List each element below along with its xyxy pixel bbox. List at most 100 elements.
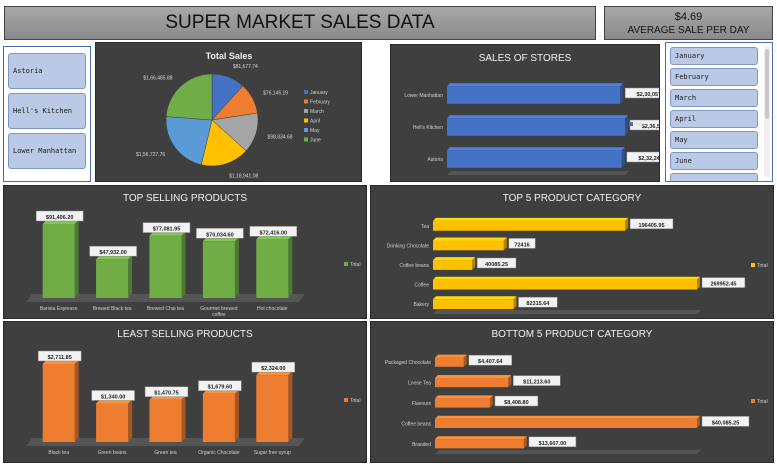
data-label: $91,406.20 xyxy=(46,215,74,221)
category-label: Brewed Black tea xyxy=(93,306,132,312)
chart-floor xyxy=(435,450,701,454)
category-label: Branded xyxy=(412,442,431,448)
bar-branded xyxy=(435,439,524,449)
pie-slice-june xyxy=(165,73,213,121)
pie-data-label: $81,677.74 xyxy=(233,64,258,70)
category-label: Packaged Chocolate xyxy=(385,360,431,366)
category-label: Hot chocolate xyxy=(257,306,288,312)
column-barista-espresso xyxy=(42,224,75,298)
column-side xyxy=(234,237,239,298)
category-label: coffee xyxy=(212,312,226,318)
bar-packaged-chocolate xyxy=(435,357,464,367)
bar-coffee xyxy=(433,279,697,290)
bar-drinking-chocolate xyxy=(433,240,504,251)
bar-top xyxy=(435,436,527,440)
category-label: Flavours xyxy=(412,401,432,407)
category-label: Green tea xyxy=(154,450,176,456)
store-slicer-item-hells-kitchen[interactable]: Hell's Kitchen xyxy=(8,93,86,129)
legend-label: May xyxy=(310,128,320,134)
sales-of-stores-chart: SALES OF STORES Lower Manhattan $2,30,057… xyxy=(404,53,686,175)
bar-loose-tea xyxy=(435,378,509,388)
bar-top xyxy=(433,237,507,241)
month-slicer-item-june[interactable]: June xyxy=(670,152,758,170)
store-slicer: Astoria Hell's Kitchen Lower Manhattan xyxy=(3,46,91,182)
column-side xyxy=(181,395,186,442)
month-slicer-item-march[interactable]: March xyxy=(670,89,758,107)
legend-swatch xyxy=(344,398,348,402)
category-label: Tea xyxy=(421,224,429,230)
legend-swatch xyxy=(304,118,308,123)
legend-swatch xyxy=(751,263,755,267)
least-selling-products-chart: LEAST SELLING PRODUCTS $2,711.85 Black te… xyxy=(26,329,361,456)
column-green-beans xyxy=(96,403,129,442)
data-label: $2,324.00 xyxy=(261,366,285,372)
bar-side xyxy=(620,83,624,104)
top-5-product-category-panel: TOP 5 PRODUCT CATEGORY Tea 196405.95 Drink… xyxy=(370,185,774,319)
bar-lower-manhattan xyxy=(447,86,621,104)
legend-label: Total xyxy=(757,399,768,405)
data-label: $2,32,243.91 xyxy=(638,156,659,162)
month-slicer-item-april[interactable]: April xyxy=(670,110,758,128)
chart-title: BOTTOM 5 PRODUCT CATEGORY xyxy=(492,329,653,340)
month-slicer-item-january[interactable]: January xyxy=(670,47,758,65)
legend-swatch xyxy=(751,399,755,403)
column-side xyxy=(128,399,133,442)
pie-data-label: $1,18,941.08 xyxy=(229,173,258,179)
bar-top xyxy=(447,115,628,119)
column-brewed-chai-tea xyxy=(149,235,182,298)
data-label: 269952.45 xyxy=(710,282,736,288)
legend-label: Total xyxy=(350,262,361,268)
category-label: Brewed Chai tea xyxy=(147,306,184,312)
category-label: Drinking Chocolate xyxy=(387,243,429,249)
legend-label: January xyxy=(310,90,328,96)
scrollbar-thumb[interactable] xyxy=(765,49,769,119)
column-sugar-free-syrup xyxy=(256,375,289,442)
bar-side xyxy=(625,115,628,136)
category-label: Barista Espresso xyxy=(40,306,78,312)
legend-swatch xyxy=(304,90,308,94)
category-label: Hell's Kitchen xyxy=(413,125,443,131)
store-slicer-item-astoria[interactable]: Astoria xyxy=(8,53,86,89)
data-label: $2,30,057.25 xyxy=(637,92,659,98)
data-label: $1,340.00 xyxy=(101,394,125,400)
column-black-tea xyxy=(42,364,75,442)
legend-swatch xyxy=(304,109,308,113)
month-slicer-item-may[interactable]: May xyxy=(670,131,758,149)
data-label: $72,416.00 xyxy=(260,230,288,236)
total-sales-chart: Total Sales $81,677.74 $76,145.19 $98,834.… xyxy=(136,51,331,179)
data-label: $70,034.60 xyxy=(206,232,234,238)
category-label: Coffee beans xyxy=(401,421,431,427)
legend-swatch xyxy=(629,122,633,126)
month-slicer-scrollbar[interactable] xyxy=(764,47,770,177)
bar-top xyxy=(447,83,624,87)
month-slicer-item-february[interactable]: February xyxy=(670,68,758,86)
column-hot-chocolate xyxy=(256,239,289,298)
category-label: Loose Tea xyxy=(408,381,431,387)
bar-side xyxy=(621,147,625,168)
bar-flavours xyxy=(435,398,490,408)
top-5-product-category-chart: TOP 5 PRODUCT CATEGORY Tea 196405.95 Drink… xyxy=(387,193,768,314)
bar-top xyxy=(435,354,467,358)
legend-swatch xyxy=(344,262,348,266)
bar-top xyxy=(435,375,512,379)
legend-label: Total xyxy=(757,263,768,269)
bar-top xyxy=(433,296,517,300)
bar-top xyxy=(447,147,625,151)
pie-data-label: $1,66,485.88 xyxy=(143,76,172,82)
chart-title: SALES OF STORES xyxy=(479,53,572,64)
column-side xyxy=(288,235,293,298)
month-slicer-item-more[interactable] xyxy=(670,173,758,181)
column-side xyxy=(128,255,133,298)
column-side xyxy=(181,231,186,298)
column-gourmet-brewed-coffee xyxy=(202,241,235,298)
dashboard-title: SUPER MARKET SALES DATA xyxy=(4,6,596,40)
column-side xyxy=(234,389,239,442)
column-side xyxy=(74,220,79,298)
data-label: 82315.64 xyxy=(526,301,550,307)
store-slicer-item-lower-manhattan[interactable]: Lower Manhattan xyxy=(8,133,86,169)
least-selling-products-panel: LEAST SELLING PRODUCTS $2,711.85 Black te… xyxy=(3,321,367,463)
legend-label: February xyxy=(310,100,331,106)
column-organic-chocolate xyxy=(202,393,235,442)
month-slicer: January February March April May June xyxy=(665,42,773,182)
total-sales-panel: Total Sales $81,677.74 $76,145.19 $98,834.… xyxy=(95,42,362,182)
